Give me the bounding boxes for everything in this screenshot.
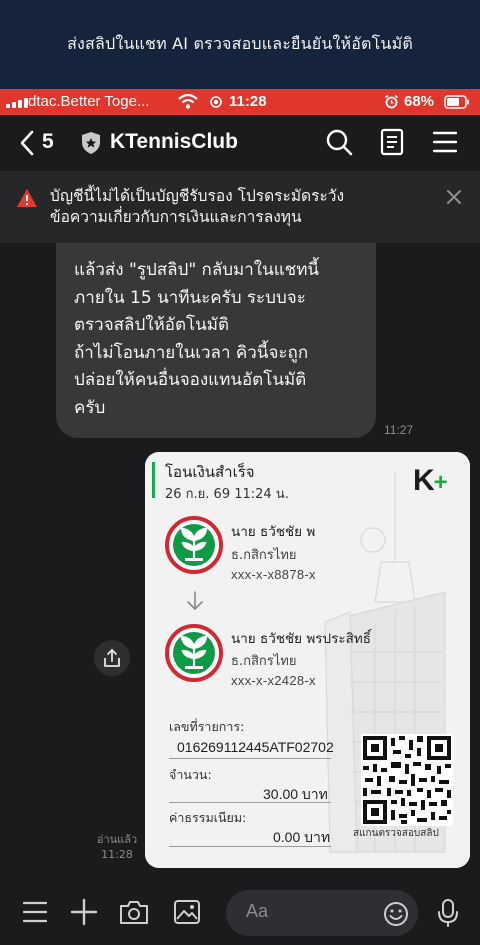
share-icon (104, 649, 120, 667)
qr-code-image (361, 734, 453, 826)
unread-count[interactable]: 5 (42, 130, 54, 154)
signal-icon (6, 98, 28, 108)
amount-label: จำนวน: (169, 767, 212, 782)
kbank-logo (165, 516, 223, 574)
sender-bank: ธ.กสิกรไทย (231, 548, 297, 563)
read-label: อ่านแล้ว (96, 833, 138, 846)
kplus-logo: K+ (413, 464, 448, 497)
divider (169, 802, 331, 803)
message-line: ถ้าไม่โอนภายในเวลา คิวนี้จะถูก (74, 342, 309, 363)
incoming-message-time: 11:27 (384, 423, 414, 437)
search-icon[interactable] (325, 128, 353, 156)
plus-icon[interactable] (70, 898, 98, 926)
sender-name: นาย ธวัชชัย พ (231, 524, 316, 540)
qr-caption: สแกนตรวจสอบสลิป (353, 828, 439, 839)
warning-line-1: บัญชีนี้ไม่ได้เป็นบัญชีรับรอง โปรดระมัดร… (50, 187, 345, 205)
battery-percent: 68% (404, 93, 435, 110)
clock: 11:28 (229, 93, 267, 110)
message-line: ภายใน 15 นาทีนะครับ ระบบจะ (74, 287, 306, 308)
menu-icon[interactable] (433, 128, 457, 156)
status-bar: dtac.Better Toge... 11:28 68% (0, 89, 480, 115)
message-line: ครับ (74, 397, 106, 418)
chat-title: KTennisClub (110, 130, 238, 153)
close-icon[interactable] (444, 187, 464, 207)
slip-accent-bar (152, 462, 155, 498)
divider (169, 758, 331, 759)
incoming-message-bubble[interactable]: แล้วส่ง "รูปสลิป" กลับมาในแชทนี้ ภายใน 1… (56, 243, 376, 438)
message-composer: Aa (0, 881, 480, 945)
shield-icon (82, 132, 100, 154)
chat-header: 5 KTennisClub (0, 115, 480, 171)
warning-line-2: ข้อความเกี่ยวกับการเงินและการลงทุน (50, 208, 302, 226)
warning-icon (17, 189, 37, 207)
ref-label: เลขที่รายการ: (169, 719, 245, 734)
receiver-bank: ธ.กสิกรไทย (231, 654, 297, 669)
kbank-logo (165, 624, 223, 682)
sender-account: xxx-x-x8878-x (231, 567, 316, 582)
read-receipt: อ่านแล้ว 11:28 (94, 832, 140, 862)
emoji-icon[interactable] (383, 901, 409, 927)
wifi-icon (178, 94, 198, 109)
slip-datetime: 26 ก.ย. 69 11:24 น. (165, 487, 289, 502)
ref-value: 016269112445ATF02702 (177, 739, 334, 755)
receiver-name: นาย ธวัชชัย พรประสิทธิ์ (231, 631, 371, 647)
divider (169, 846, 331, 847)
top-banner: ส่งสลิปในแชท AI ตรวจสอบและยืนยันให้อัตโน… (0, 0, 480, 89)
back-chevron-icon[interactable] (18, 129, 36, 157)
image-icon[interactable] (173, 899, 201, 925)
message-line: ปล่อยให้คนอื่นจองแทนอัตโนมัติ (74, 370, 307, 390)
screen-record-icon (210, 96, 222, 108)
fee-label: ค่าธรรมเนียม: (169, 810, 247, 825)
unverified-account-warning: บัญชีนี้ไม่ได้เป็นบัญชีรับรอง โปรดระมัดร… (0, 171, 480, 243)
carrier-name: dtac.Better Toge... (28, 93, 150, 110)
menu-icon[interactable] (23, 899, 47, 925)
message-line: แล้วส่ง "รูปสลิป" กลับมาในแชทนี้ (74, 260, 320, 280)
transfer-slip-image[interactable]: โอนเงินสำเร็จ 26 ก.ย. 69 11:24 น. K+ นาย… (145, 452, 470, 868)
outgoing-message-time: 11:28 (101, 848, 133, 861)
banner-text: ส่งสลิปในแชท AI ตรวจสอบและยืนยันให้อัตโน… (67, 34, 413, 53)
slip-title: โอนเงินสำเร็จ (165, 463, 255, 481)
receiver-account: xxx-x-x2428-x (231, 673, 316, 688)
camera-icon[interactable] (119, 899, 149, 925)
microphone-icon[interactable] (438, 898, 458, 928)
share-button[interactable] (94, 640, 130, 676)
arrow-down-icon (187, 591, 203, 610)
message-input-placeholder: Aa (246, 901, 269, 921)
battery-icon (444, 95, 469, 109)
message-line: ตรวจสลิปให้อัตโนมัติ (74, 315, 230, 335)
alarm-icon (385, 94, 398, 109)
notes-icon[interactable] (380, 128, 404, 156)
